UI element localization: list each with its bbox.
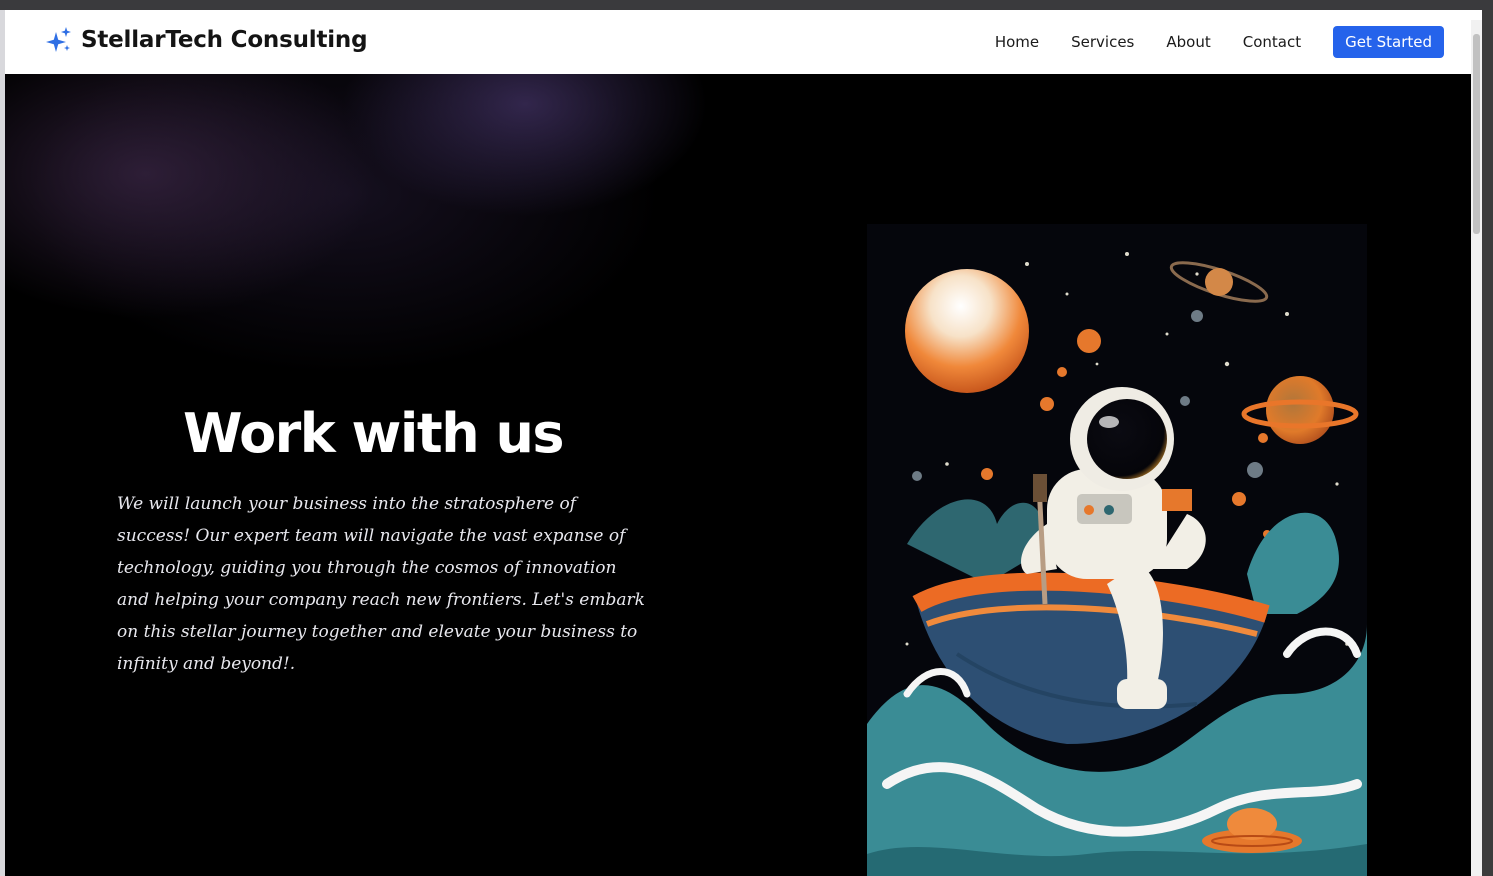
get-started-button[interactable]: Get Started	[1333, 26, 1444, 58]
nav-links: Home Services About Contact Get Started	[995, 26, 1444, 58]
page: StellarTech Consulting Home Services Abo…	[5, 10, 1482, 876]
sparkles-icon	[46, 27, 71, 52]
brand[interactable]: StellarTech Consulting	[45, 26, 368, 54]
navbar: StellarTech Consulting Home Services Abo…	[5, 10, 1482, 74]
hero-description: We will launch your business into the st…	[117, 494, 645, 674]
nav-about-link[interactable]: About	[1166, 33, 1210, 51]
scrollbar-thumb[interactable]	[1473, 34, 1480, 234]
browser-top-strip	[0, 0, 1493, 10]
hero-title: Work with us	[182, 402, 565, 465]
page-scrollbar[interactable]	[1471, 20, 1482, 876]
astronaut-in-boat-illustration	[867, 224, 1367, 876]
hero-section: Work with us We will launch your busines…	[5, 74, 1482, 876]
nav-contact-link[interactable]: Contact	[1243, 33, 1301, 51]
nav-home-link[interactable]: Home	[995, 33, 1039, 51]
nav-services-link[interactable]: Services	[1071, 33, 1134, 51]
brand-name: StellarTech Consulting	[81, 27, 368, 53]
